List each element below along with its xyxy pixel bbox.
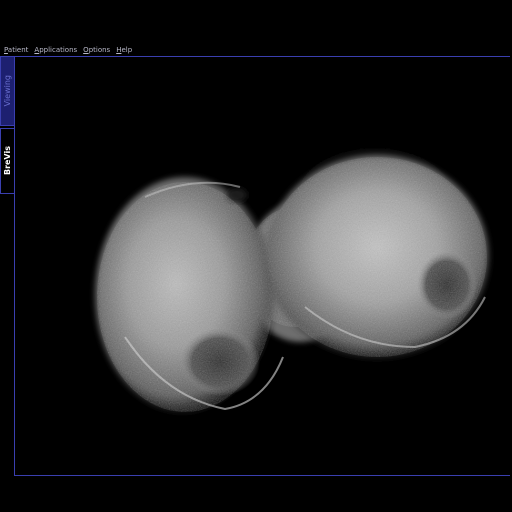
- menu-bar: Patient Applications Options Help: [0, 45, 512, 55]
- tab-brevis-label: BreVis: [3, 146, 12, 176]
- app-window: Patient Applications Options Help Viewin…: [0, 0, 512, 512]
- render-viewport[interactable]: [14, 56, 510, 476]
- tab-viewing[interactable]: Viewing: [0, 56, 14, 126]
- tab-brevis[interactable]: BreVis: [0, 128, 14, 194]
- menu-applications[interactable]: Applications: [34, 45, 77, 55]
- menu-options[interactable]: Options: [83, 45, 110, 55]
- volume-rendering: [95, 127, 489, 413]
- side-tab-bar: Viewing BreVis: [0, 56, 14, 196]
- tab-viewing-label: Viewing: [3, 75, 12, 107]
- menu-patient[interactable]: Patient: [4, 45, 28, 55]
- menu-help[interactable]: Help: [116, 45, 132, 55]
